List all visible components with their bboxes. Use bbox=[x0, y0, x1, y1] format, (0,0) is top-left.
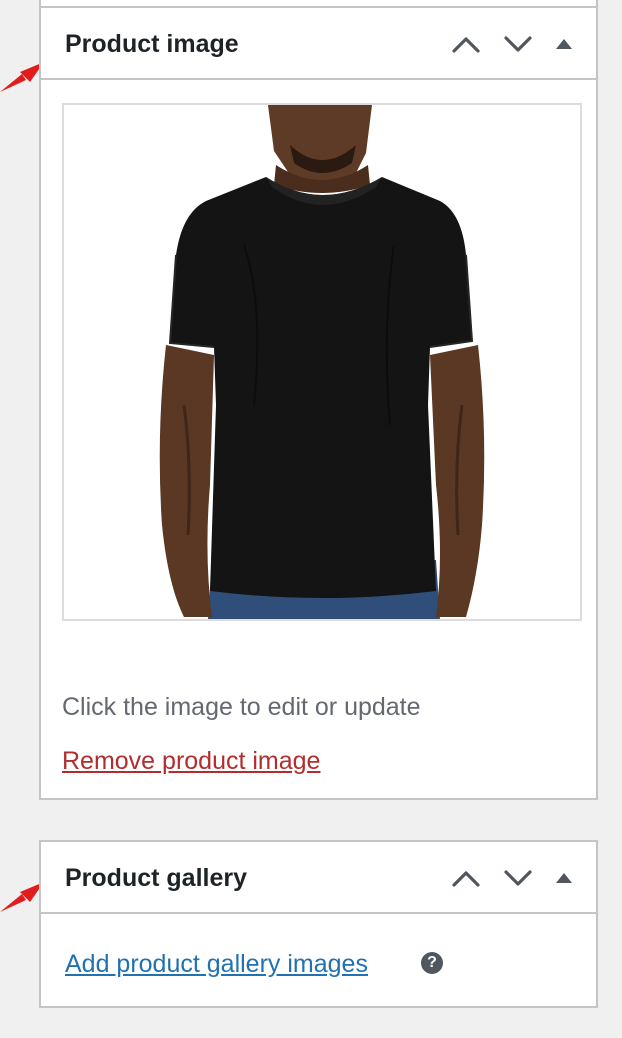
move-down-button[interactable] bbox=[492, 28, 544, 60]
chevron-up-icon bbox=[452, 871, 480, 887]
help-tip-icon[interactable]: ? bbox=[421, 952, 443, 974]
product-image-header: Product image bbox=[41, 8, 596, 80]
chevron-up-icon bbox=[452, 37, 480, 53]
chevron-down-icon bbox=[504, 870, 532, 886]
product-gallery-metabox: Product gallery Add product gallery imag… bbox=[39, 840, 598, 1008]
product-gallery-header-actions bbox=[440, 862, 584, 894]
product-gallery-header: Product gallery bbox=[41, 842, 596, 914]
toggle-panel-button[interactable] bbox=[544, 862, 584, 894]
chevron-down-icon bbox=[504, 36, 532, 52]
toggle-panel-button[interactable] bbox=[544, 28, 584, 60]
product-image-metabox: Product image Click the image to edit or… bbox=[39, 6, 598, 800]
move-up-button[interactable] bbox=[440, 28, 492, 60]
triangle-up-icon bbox=[556, 873, 572, 883]
product-gallery-title: Product gallery bbox=[65, 864, 247, 892]
move-down-button[interactable] bbox=[492, 862, 544, 894]
image-help-text: Click the image to edit or update bbox=[62, 693, 421, 721]
product-image-header-actions bbox=[440, 28, 584, 60]
remove-product-image-link[interactable]: Remove product image bbox=[62, 745, 320, 777]
tshirt-model-image bbox=[64, 105, 580, 619]
move-up-button[interactable] bbox=[440, 862, 492, 894]
product-image-thumbnail[interactable] bbox=[62, 103, 582, 621]
product-image-title: Product image bbox=[65, 30, 239, 58]
triangle-up-icon bbox=[556, 39, 572, 49]
add-gallery-images-link[interactable]: Add product gallery images bbox=[65, 948, 368, 980]
